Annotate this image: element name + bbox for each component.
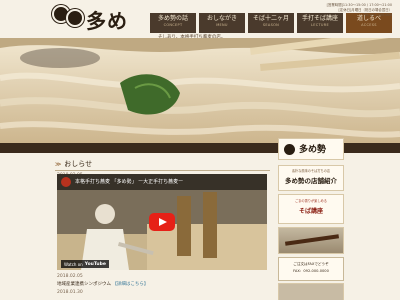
news-item: 2018.02.05 地域産業連携シンポジウム 【詳細はこちら】 [57,274,272,287]
news-text: 地域産業連携シンポジウム 【詳細はこちら】 [57,281,272,287]
nav-label: そば十二ヶ月 [252,15,289,22]
site-header: 多め勢 多め勢の話 CONCEPT おしながき MENU そば十二ヶ月 SEAS… [0,0,400,62]
video-title-bar: 本格手打ち蕎麦 「多め勢」 ー大正手打ち蕎麦ー [57,174,267,190]
banner-title: そば講座 [298,208,323,215]
news-date: 2018.01.30 [57,290,83,295]
channel-avatar-icon[interactable] [61,177,71,187]
news-item: 2018.01.30 [57,290,272,295]
nav-label: おしながき [206,15,237,22]
fax-order-banner[interactable]: ご注文はFAXでどうぞ FAX：092-000-0000 [278,257,344,281]
banner-caption: 素朴な風味のそば打ちの店 [291,169,331,173]
product-banner[interactable] [278,227,344,254]
section-divider [55,170,270,171]
banner-title: 多め勢の店舗紹介 [285,177,337,185]
fax-order-title: ご注文はFAXでどうぞ [293,262,329,266]
nav-sublabel: CONCEPT [163,23,183,27]
phone-line: TEL.092-000-000 [362,13,392,17]
youtube-video-embed[interactable]: 本格手打ち蕎麦 「多め勢」 ー大正手打ち蕎麦ー Watch on YouTube [57,174,267,270]
photo-banner[interactable] [278,283,344,300]
shop-hours: [営業時間]11:30〜15:00 / 17:00〜21:00 [定休日]月曜日… [327,3,392,18]
soba-lecture-banner[interactable]: ごまの香りが楽しめる そば講座 [278,194,344,224]
nav-item-concept[interactable]: 多め勢の話 CONCEPT [150,13,196,33]
site-logo[interactable]: 多め勢 [52,5,132,62]
youtube-logo-icon: YouTube [84,261,106,267]
play-button[interactable] [149,213,175,231]
watch-on-label: Watch on [64,261,83,267]
nav-item-menu[interactable]: おしながき MENU [199,13,245,33]
video-title[interactable]: 本格手打ち蕎麦 「多め勢」 ー大正手打ち蕎麦ー [75,178,183,185]
news-detail-link[interactable]: 【詳細はこちら】 [112,282,148,287]
hero-image [0,38,400,143]
news-text-body: 地域産業連携シンポジウム [57,282,111,287]
nav-label: 多め勢の話 [157,15,188,22]
hero-soba-illustration [0,38,400,143]
nav-item-season[interactable]: そば十二ヶ月 SEASON [248,13,294,33]
nav-sublabel: LECTURE [310,23,330,27]
nav-sublabel: ACCESS [361,23,377,27]
shop-intro-banner[interactable]: 素朴な風味のそば打ちの店 多め勢の店舗紹介 [278,165,344,191]
nav-sublabel: MENU [216,23,228,27]
nav-sublabel: SEASON [262,23,280,27]
sidebar-logo-text: 多め勢 [299,145,327,155]
logo-crest-icon [284,144,295,155]
fax-number: FAX：092-000-0000 [293,269,329,273]
news-date: 2018.02.05 [57,274,83,279]
news-section-title: おしらせ [55,159,92,169]
product-image [284,234,340,246]
sidebar-logo[interactable]: 多め勢 [278,138,344,160]
watch-on-youtube-button[interactable]: Watch on YouTube [61,260,109,268]
logo-crest-icon [66,9,84,27]
banner-caption: ごまの香りが楽しめる [295,199,327,203]
